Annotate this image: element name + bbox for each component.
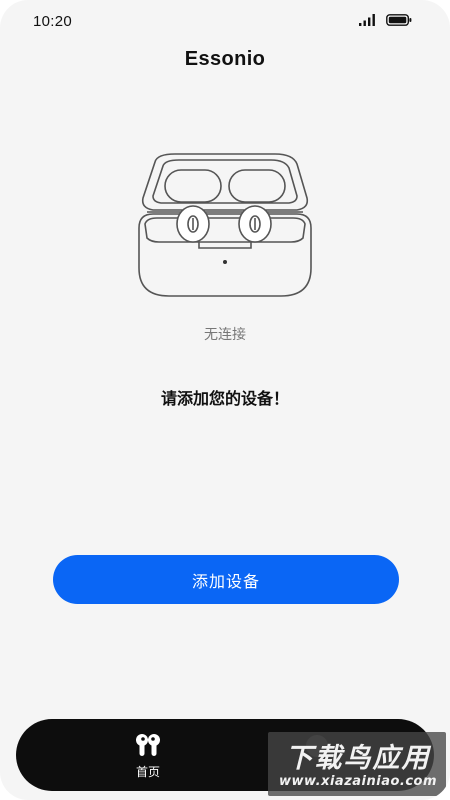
status-bar: 10:20 [0, 0, 450, 40]
app-screen: 10:20 Essonio 无连接 请添加您的设备！ 添加设备 首页 下载鸟应用… [0, 0, 450, 800]
status-time: 10:20 [33, 13, 73, 30]
app-title: Essonio [184, 48, 266, 70]
add-device-button[interactable]: 添加设备 [53, 555, 399, 604]
connection-status-text: 无连接 [204, 327, 246, 343]
earbuds-icon [136, 734, 160, 756]
add-device-prompt: 请添加您的设备！ [160, 389, 289, 408]
earbuds-case-icon [138, 153, 312, 297]
battery-icon [386, 14, 412, 26]
nav-item-home[interactable]: 首页 [123, 733, 173, 781]
nav-item-home-label: 首页 [135, 765, 160, 779]
watermark-main-text: 下载鸟应用 [285, 743, 431, 774]
cellular-signal-icon [359, 14, 375, 26]
watermark: 下载鸟应用 www.xiazainiao.com [268, 732, 446, 796]
watermark-sub-text: www.xiazainiao.com [278, 774, 438, 789]
